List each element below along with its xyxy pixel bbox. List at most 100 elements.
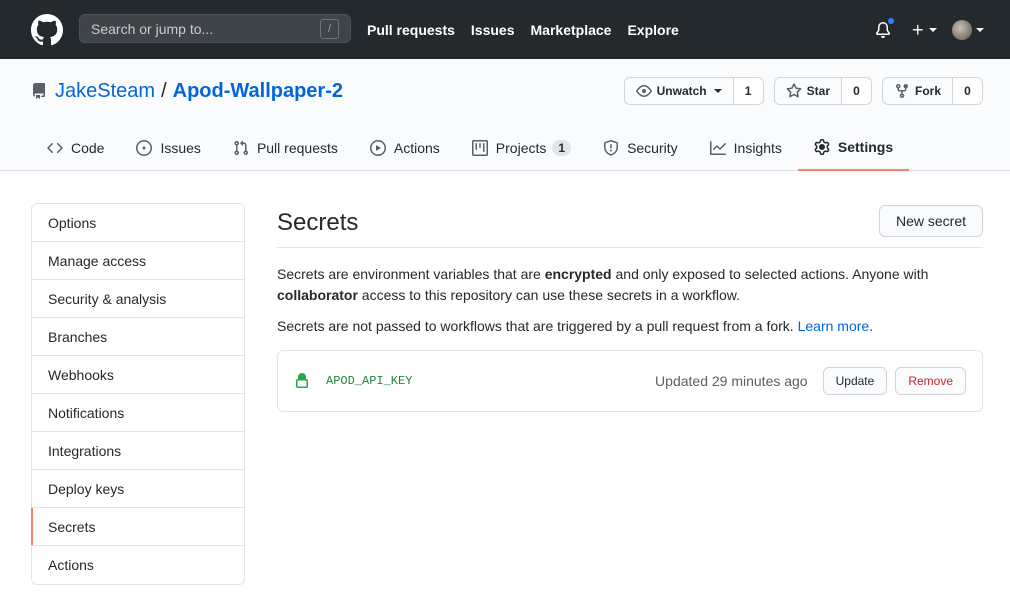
tab-label: Code <box>71 139 105 156</box>
new-secret-button[interactable]: New secret <box>878 205 983 237</box>
search-placeholder: Search or jump to... <box>91 20 214 37</box>
global-header: Search or jump to... / Pull requests Iss… <box>0 0 1010 59</box>
desc-emphasis: collaborator <box>277 287 358 303</box>
tab-label: Projects <box>495 139 547 156</box>
menu-item-security-analysis[interactable]: Security & analysis <box>32 280 244 318</box>
issue-icon <box>136 139 153 156</box>
tab-label: Security <box>627 139 678 156</box>
menu-item-integrations[interactable]: Integrations <box>32 432 244 470</box>
notice-text: . <box>869 318 874 334</box>
forks-count[interactable]: 0 <box>953 77 983 105</box>
header-actions <box>873 0 984 59</box>
tab-label: Actions <box>393 139 440 156</box>
secret-updated-time: Updated 29 minutes ago <box>655 373 808 389</box>
menu-item-options[interactable]: Options <box>32 204 244 242</box>
tab-security[interactable]: Security <box>587 124 694 171</box>
code-icon <box>47 142 63 153</box>
tab-pull-requests[interactable]: Pull requests <box>217 124 354 171</box>
project-icon <box>471 139 488 156</box>
watchers-count[interactable]: 1 <box>733 77 764 105</box>
tab-projects[interactable]: Projects 1 <box>456 124 587 171</box>
plus-icon <box>912 24 923 35</box>
nav-pull-requests[interactable]: Pull requests <box>367 22 455 38</box>
search-shortcut-key: / <box>320 18 339 39</box>
desc-text: and only exposed to selected actions. An… <box>611 266 929 282</box>
watch-group: Unwatch 1 <box>623 77 764 105</box>
tab-label: Issues <box>160 139 201 156</box>
menu-item-deploy-keys[interactable]: Deploy keys <box>32 470 244 508</box>
tab-code[interactable]: Code <box>31 124 120 171</box>
eye-icon <box>635 85 652 97</box>
tab-actions[interactable]: Actions <box>354 124 456 171</box>
secrets-panel: Secrets New secret Secrets are environme… <box>277 203 983 412</box>
star-label: Star <box>806 84 830 98</box>
fork-notice: Secrets are not passed to workflows that… <box>277 316 983 337</box>
projects-counter: 1 <box>552 139 572 156</box>
nav-explore[interactable]: Explore <box>627 22 678 38</box>
shield-icon <box>604 139 619 156</box>
chevron-down-icon <box>929 27 937 32</box>
secret-row: APOD_API_KEY Updated 29 minutes ago Upda… <box>277 350 983 412</box>
nav-issues[interactable]: Issues <box>471 22 515 38</box>
fork-label: Fork <box>914 84 941 98</box>
panel-header: Secrets New secret <box>277 203 983 248</box>
secrets-description: Secrets are environment variables that a… <box>277 264 983 306</box>
desc-text: Secrets are environment variables that a… <box>277 266 545 282</box>
tab-label: Insights <box>733 139 782 156</box>
fork-icon <box>895 84 908 99</box>
lock-icon <box>296 373 308 388</box>
search-input[interactable]: Search or jump to... / <box>79 14 351 43</box>
star-icon <box>786 83 802 98</box>
secret-controls: Updated 29 minutes ago Update Remove <box>655 367 966 395</box>
page-title: Secrets <box>277 209 359 236</box>
chevron-down-icon <box>713 89 722 93</box>
repo-tabs: Code Issues Pull requests Actions Projec… <box>31 124 910 171</box>
unwatch-label: Unwatch <box>656 84 707 98</box>
pull-request-icon <box>234 140 248 155</box>
fork-group: Fork 0 <box>881 77 983 105</box>
graph-icon <box>709 140 726 155</box>
gear-icon <box>814 138 830 155</box>
chevron-down-icon <box>976 27 984 32</box>
unread-indicator <box>886 15 896 26</box>
remove-secret-button[interactable]: Remove <box>895 367 966 395</box>
fork-button[interactable]: Fork <box>881 77 953 105</box>
tab-insights[interactable]: Insights <box>694 124 798 171</box>
menu-item-webhooks[interactable]: Webhooks <box>32 356 244 394</box>
tab-issues[interactable]: Issues <box>120 124 216 171</box>
user-menu-dropdown[interactable] <box>952 19 984 40</box>
github-logo-icon[interactable] <box>31 13 63 46</box>
menu-item-secrets[interactable]: Secrets <box>31 508 244 546</box>
desc-text: access to this repository can use these … <box>357 287 740 303</box>
menu-item-manage-access[interactable]: Manage access <box>32 242 244 280</box>
stars-count[interactable]: 0 <box>841 77 872 105</box>
repo-path-separator: / <box>161 79 167 102</box>
menu-item-branches[interactable]: Branches <box>32 318 244 356</box>
global-nav: Pull requests Issues Marketplace Explore <box>367 0 695 59</box>
repo-header: JakeSteam / Apod-Wallpaper-2 Unwatch 1 S… <box>0 59 1010 171</box>
tab-settings[interactable]: Settings <box>797 124 910 171</box>
menu-item-actions[interactable]: Actions <box>32 546 244 584</box>
tab-label: Pull requests <box>256 139 338 156</box>
star-group: Star 0 <box>773 77 872 105</box>
star-button[interactable]: Star <box>773 77 842 105</box>
repo-name-link[interactable]: Apod-Wallpaper-2 <box>173 80 343 103</box>
secret-name: APOD_API_KEY <box>326 374 413 388</box>
avatar <box>952 19 972 40</box>
repo-actions: Unwatch 1 Star 0 Fork 0 <box>614 77 983 105</box>
settings-menu: Options Manage access Security & analysi… <box>31 203 245 585</box>
tab-label: Settings <box>837 138 894 155</box>
update-secret-button[interactable]: Update <box>822 367 888 395</box>
desc-emphasis: encrypted <box>544 266 612 282</box>
learn-more-link[interactable]: Learn more <box>798 318 870 334</box>
notifications-bell-icon[interactable] <box>873 15 896 40</box>
play-icon <box>369 139 386 156</box>
repo-owner-link[interactable]: JakeSteam <box>55 80 155 103</box>
notice-text: Secrets are not passed to workflows that… <box>277 318 798 334</box>
repo-title: JakeSteam / Apod-Wallpaper-2 <box>31 79 343 103</box>
menu-item-notifications[interactable]: Notifications <box>32 394 244 432</box>
nav-marketplace[interactable]: Marketplace <box>531 22 612 38</box>
repo-icon <box>31 83 47 99</box>
unwatch-button[interactable]: Unwatch <box>623 77 734 105</box>
create-new-dropdown[interactable] <box>911 23 937 37</box>
